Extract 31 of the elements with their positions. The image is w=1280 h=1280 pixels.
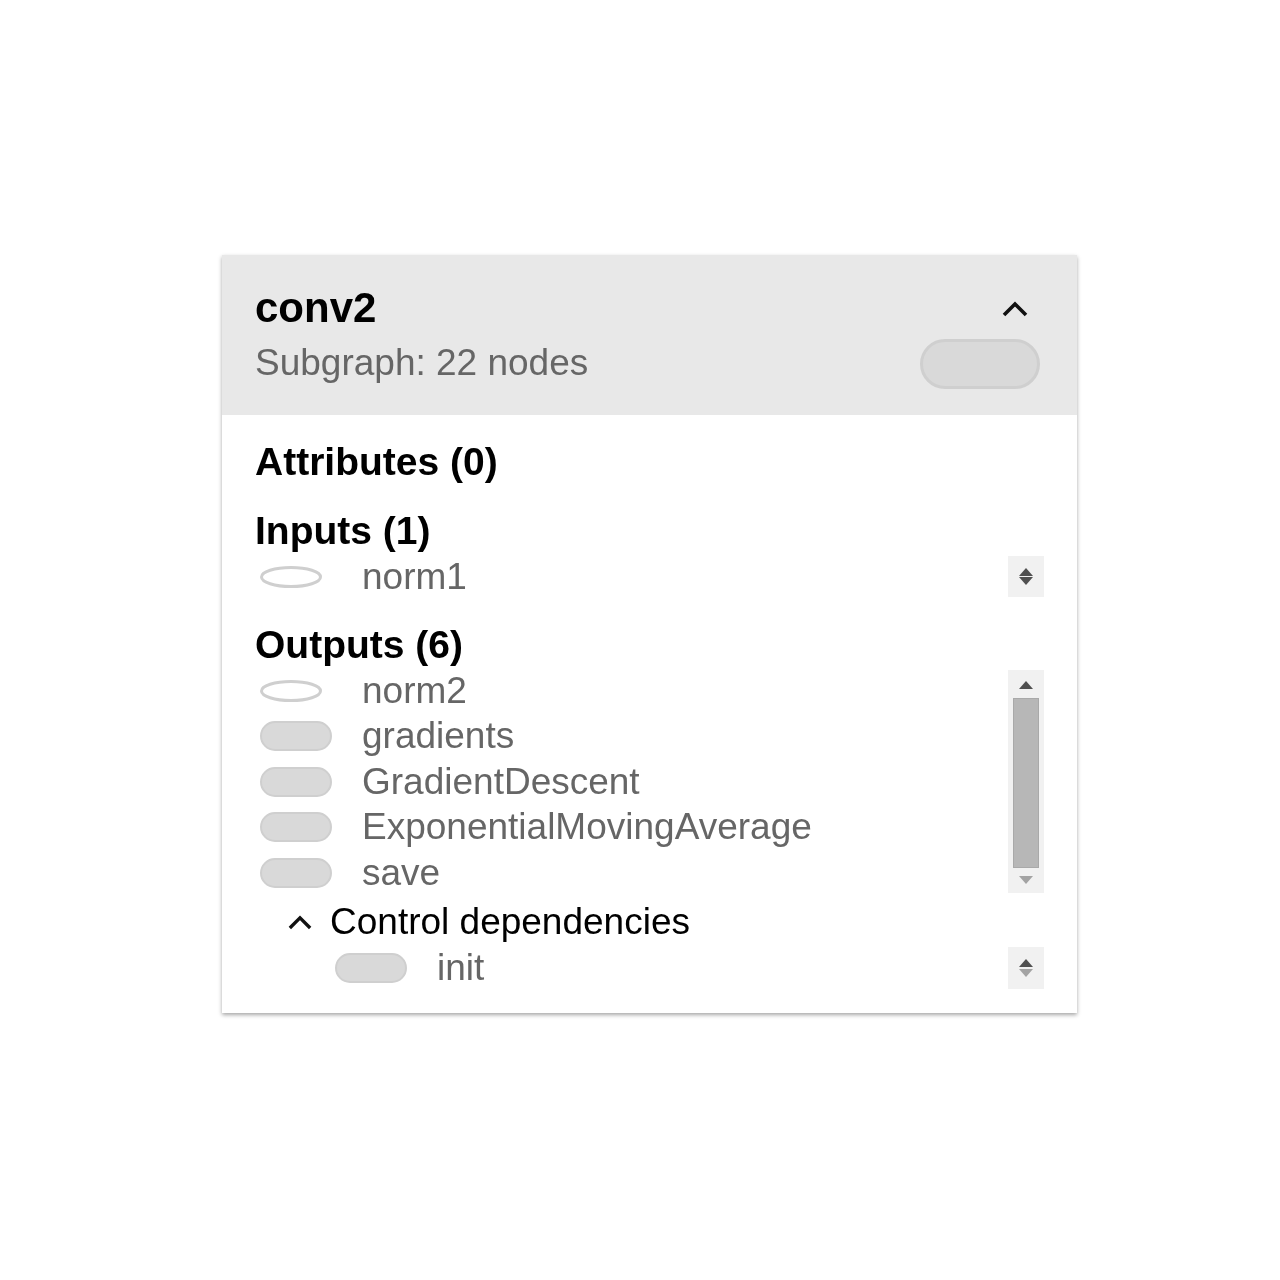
chevron-up-icon[interactable] [288,914,312,930]
scroll-thumb[interactable] [1013,698,1039,869]
ellipse-icon [260,565,322,588]
node-name[interactable]: init [437,946,485,991]
node-title: conv2 [255,283,378,333]
scrollbar[interactable] [1008,556,1044,598]
section-title: Inputs (1) [255,508,432,554]
pill-icon [260,766,332,797]
node-name[interactable]: GradientDescent [362,759,640,804]
ellipse-icon [260,680,322,703]
scroll-up-arrow-icon[interactable] [1019,681,1033,690]
pill-icon [260,857,332,888]
section-title: Outputs (6) [255,622,464,669]
node-name[interactable]: norm1 [362,554,467,599]
scroll-down-arrow-icon[interactable] [1019,577,1033,586]
scrollbar[interactable] [1008,670,1044,894]
pill-icon [260,721,332,752]
chevron-up-icon[interactable] [1002,301,1028,317]
section-title: Attributes (0) [255,439,499,485]
pill-icon [920,339,1040,389]
node-name[interactable]: ExponentialMovingAverage [362,805,812,850]
scroll-up-arrow-icon[interactable] [1019,568,1033,576]
node-name[interactable]: save [362,850,441,895]
pill-icon [335,953,407,984]
scroll-up-arrow-icon[interactable] [1019,959,1033,968]
control-dependencies-toggle[interactable]: Control dependencies [288,899,690,946]
node-name[interactable]: gradients [362,714,515,759]
pill-icon [260,812,332,843]
scrollbar[interactable] [1008,947,1044,989]
node-name[interactable]: norm2 [362,669,467,714]
node-subtitle: Subgraph: 22 nodes [255,341,589,385]
